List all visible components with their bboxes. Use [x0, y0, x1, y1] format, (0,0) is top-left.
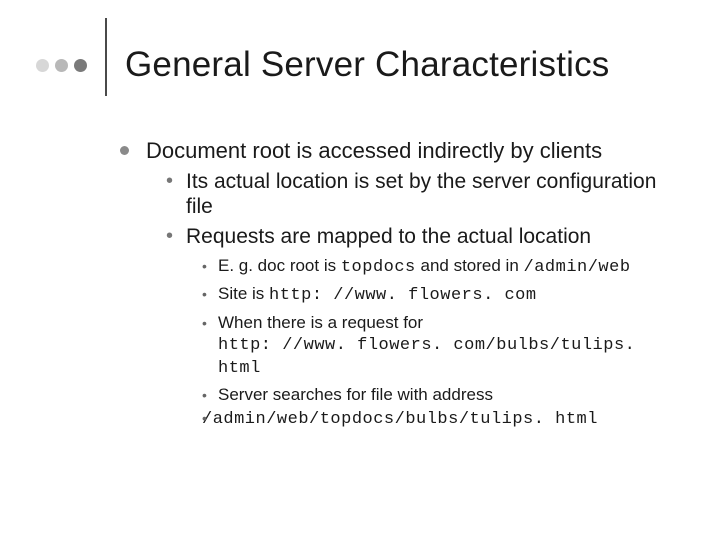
vertical-divider [105, 18, 107, 96]
bullet-level3: Site is http: //www. flowers. com [202, 284, 666, 307]
page-title: General Server Characteristics [125, 45, 610, 85]
text: Server searches for file with address [218, 385, 493, 404]
text: E. g. doc root is [218, 256, 341, 275]
text: and stored in [416, 256, 524, 275]
code-text: /admin/web [524, 258, 631, 277]
dot-icon [55, 59, 68, 72]
bullet-level3: When there is a request for http: //www.… [202, 313, 666, 379]
bullet-level1: Document root is accessed indirectly by … [120, 138, 666, 165]
code-text: /admin/web/topdocs/bulbs/tulips. html [202, 410, 598, 429]
slide: General Server Characteristics Document … [0, 0, 720, 540]
dot-icon [74, 59, 87, 72]
level2-wrap: Its actual location is set by the server… [120, 169, 666, 431]
slide-body: Document root is accessed indirectly by … [36, 138, 684, 431]
code-text: http: //www. flowers. com/bulbs/tulips. … [218, 336, 635, 378]
text: When there is a request for [218, 313, 423, 332]
dot-icon [36, 59, 49, 72]
bullet-level3-continuation: /admin/web/topdocs/bulbs/tulips. html [202, 408, 666, 431]
bullet-level2: Requests are mapped to the actual locati… [166, 224, 666, 250]
level3-wrap: E. g. doc root is topdocs and stored in … [166, 256, 666, 431]
code-text: http: //www. flowers. com [269, 286, 537, 305]
decorative-dots [36, 59, 87, 72]
title-row: General Server Characteristics [36, 28, 684, 96]
code-text: topdocs [341, 258, 416, 277]
bullet-level2: Its actual location is set by the server… [166, 169, 666, 220]
text: Site is [218, 284, 269, 303]
bullet-level3: Server searches for file with address [202, 385, 666, 406]
bullet-level3: E. g. doc root is topdocs and stored in … [202, 256, 666, 279]
